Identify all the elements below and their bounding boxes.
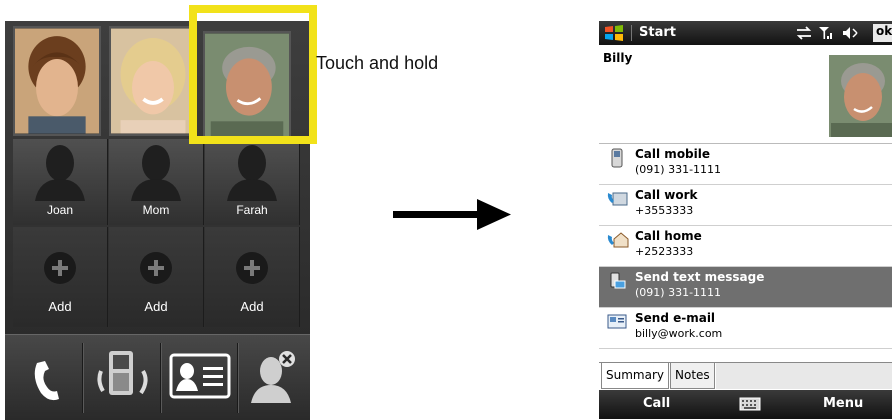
- phone-button[interactable]: [27, 341, 67, 413]
- home-phone-icon: [607, 232, 629, 248]
- tab-summary[interactable]: Summary: [601, 363, 669, 389]
- add-favorite-2[interactable]: Add: [109, 227, 204, 327]
- contact-silhouette-icon: [227, 145, 277, 201]
- favorite-contact-3[interactable]: Farah: [205, 139, 300, 225]
- keyboard-icon[interactable]: [739, 397, 761, 411]
- contact-name-label: Mom: [142, 203, 170, 217]
- action-detail: (091) 331-1111: [635, 163, 722, 176]
- favorite-contact-2[interactable]: Mom: [109, 139, 204, 225]
- send-text-row[interactable]: Send text message (091) 331-1111: [599, 267, 892, 308]
- action-detail: +3553333: [635, 204, 694, 217]
- ok-button[interactable]: ok: [873, 24, 892, 42]
- contact-card-icon: [169, 353, 231, 399]
- favorites-bottom-bar: [5, 334, 310, 420]
- call-mobile-row[interactable]: Call mobile (091) 331-1111: [599, 144, 892, 185]
- speaker-icon: [843, 27, 858, 39]
- mobile-phone-icon: [611, 148, 623, 168]
- action-detail: (091) 331-1111: [635, 286, 722, 299]
- contact-name-label: Joan: [46, 203, 74, 217]
- action-title: Call mobile: [635, 147, 711, 161]
- action-detail: billy@work.com: [635, 327, 723, 340]
- add-favorite-3[interactable]: Add: [205, 227, 300, 327]
- remove-contact-icon: [251, 351, 295, 403]
- tab-strip: Summary Notes: [599, 362, 892, 390]
- contact-card-screen: Start ok Billy Call mobile (091) 331-111…: [599, 21, 892, 419]
- phone-icon: [34, 361, 59, 401]
- plus-icon: [236, 252, 268, 284]
- young-man-photo-icon: [15, 28, 99, 134]
- contact-silhouette-icon: [131, 145, 181, 201]
- menu-softkey[interactable]: Menu: [823, 396, 863, 411]
- work-phone-icon: [607, 192, 628, 206]
- tab-notes[interactable]: Notes: [670, 363, 715, 389]
- plus-icon: [140, 252, 172, 284]
- action-title: Send text message: [635, 270, 765, 284]
- device-button[interactable]: [95, 341, 151, 413]
- instruction-text: Touch and hold: [316, 53, 439, 73]
- email-icon: [607, 314, 627, 329]
- contact-silhouette-icon: [35, 145, 85, 201]
- title-bar: Start ok: [599, 21, 892, 45]
- sync-icon: [796, 26, 812, 40]
- contact-card-button[interactable]: [169, 341, 233, 413]
- action-title: Call home: [635, 229, 702, 243]
- add-label: Add: [48, 299, 72, 314]
- device-icon: [97, 351, 148, 395]
- woman-photo-icon: [111, 28, 195, 134]
- favorite-contact-1[interactable]: Joan: [13, 139, 108, 225]
- app-title: Start: [639, 25, 676, 40]
- action-title: Send e-mail: [635, 311, 716, 325]
- add-label: Add: [144, 299, 168, 314]
- call-home-row[interactable]: Call home +2523333: [599, 226, 892, 267]
- softkey-bar: Call Menu: [599, 390, 892, 419]
- action-detail: +2523333: [635, 245, 694, 258]
- sms-icon: [610, 272, 626, 289]
- send-email-row[interactable]: Send e-mail billy@work.com: [599, 308, 892, 349]
- windows-start-icon[interactable]: [603, 24, 627, 42]
- older-man-photo-icon: [829, 55, 892, 137]
- remove-contact-button[interactable]: [249, 341, 301, 413]
- favorite-photo-2[interactable]: [109, 26, 197, 136]
- plus-icon: [44, 252, 76, 284]
- call-softkey[interactable]: Call: [643, 396, 670, 411]
- touch-highlight-frame: [189, 5, 317, 144]
- action-title: Call work: [635, 188, 698, 202]
- add-favorite-1[interactable]: Add: [13, 227, 108, 327]
- add-label: Add: [240, 299, 264, 314]
- contact-photo: [829, 55, 892, 137]
- contact-header: Billy: [599, 45, 892, 144]
- call-work-row[interactable]: Call work +3553333: [599, 185, 892, 226]
- favorite-photo-1[interactable]: [13, 26, 101, 136]
- signal-icon: [819, 27, 832, 39]
- right-arrow-icon: [393, 199, 511, 230]
- contact-name-label: Farah: [236, 203, 268, 217]
- contact-name: Billy: [603, 51, 633, 65]
